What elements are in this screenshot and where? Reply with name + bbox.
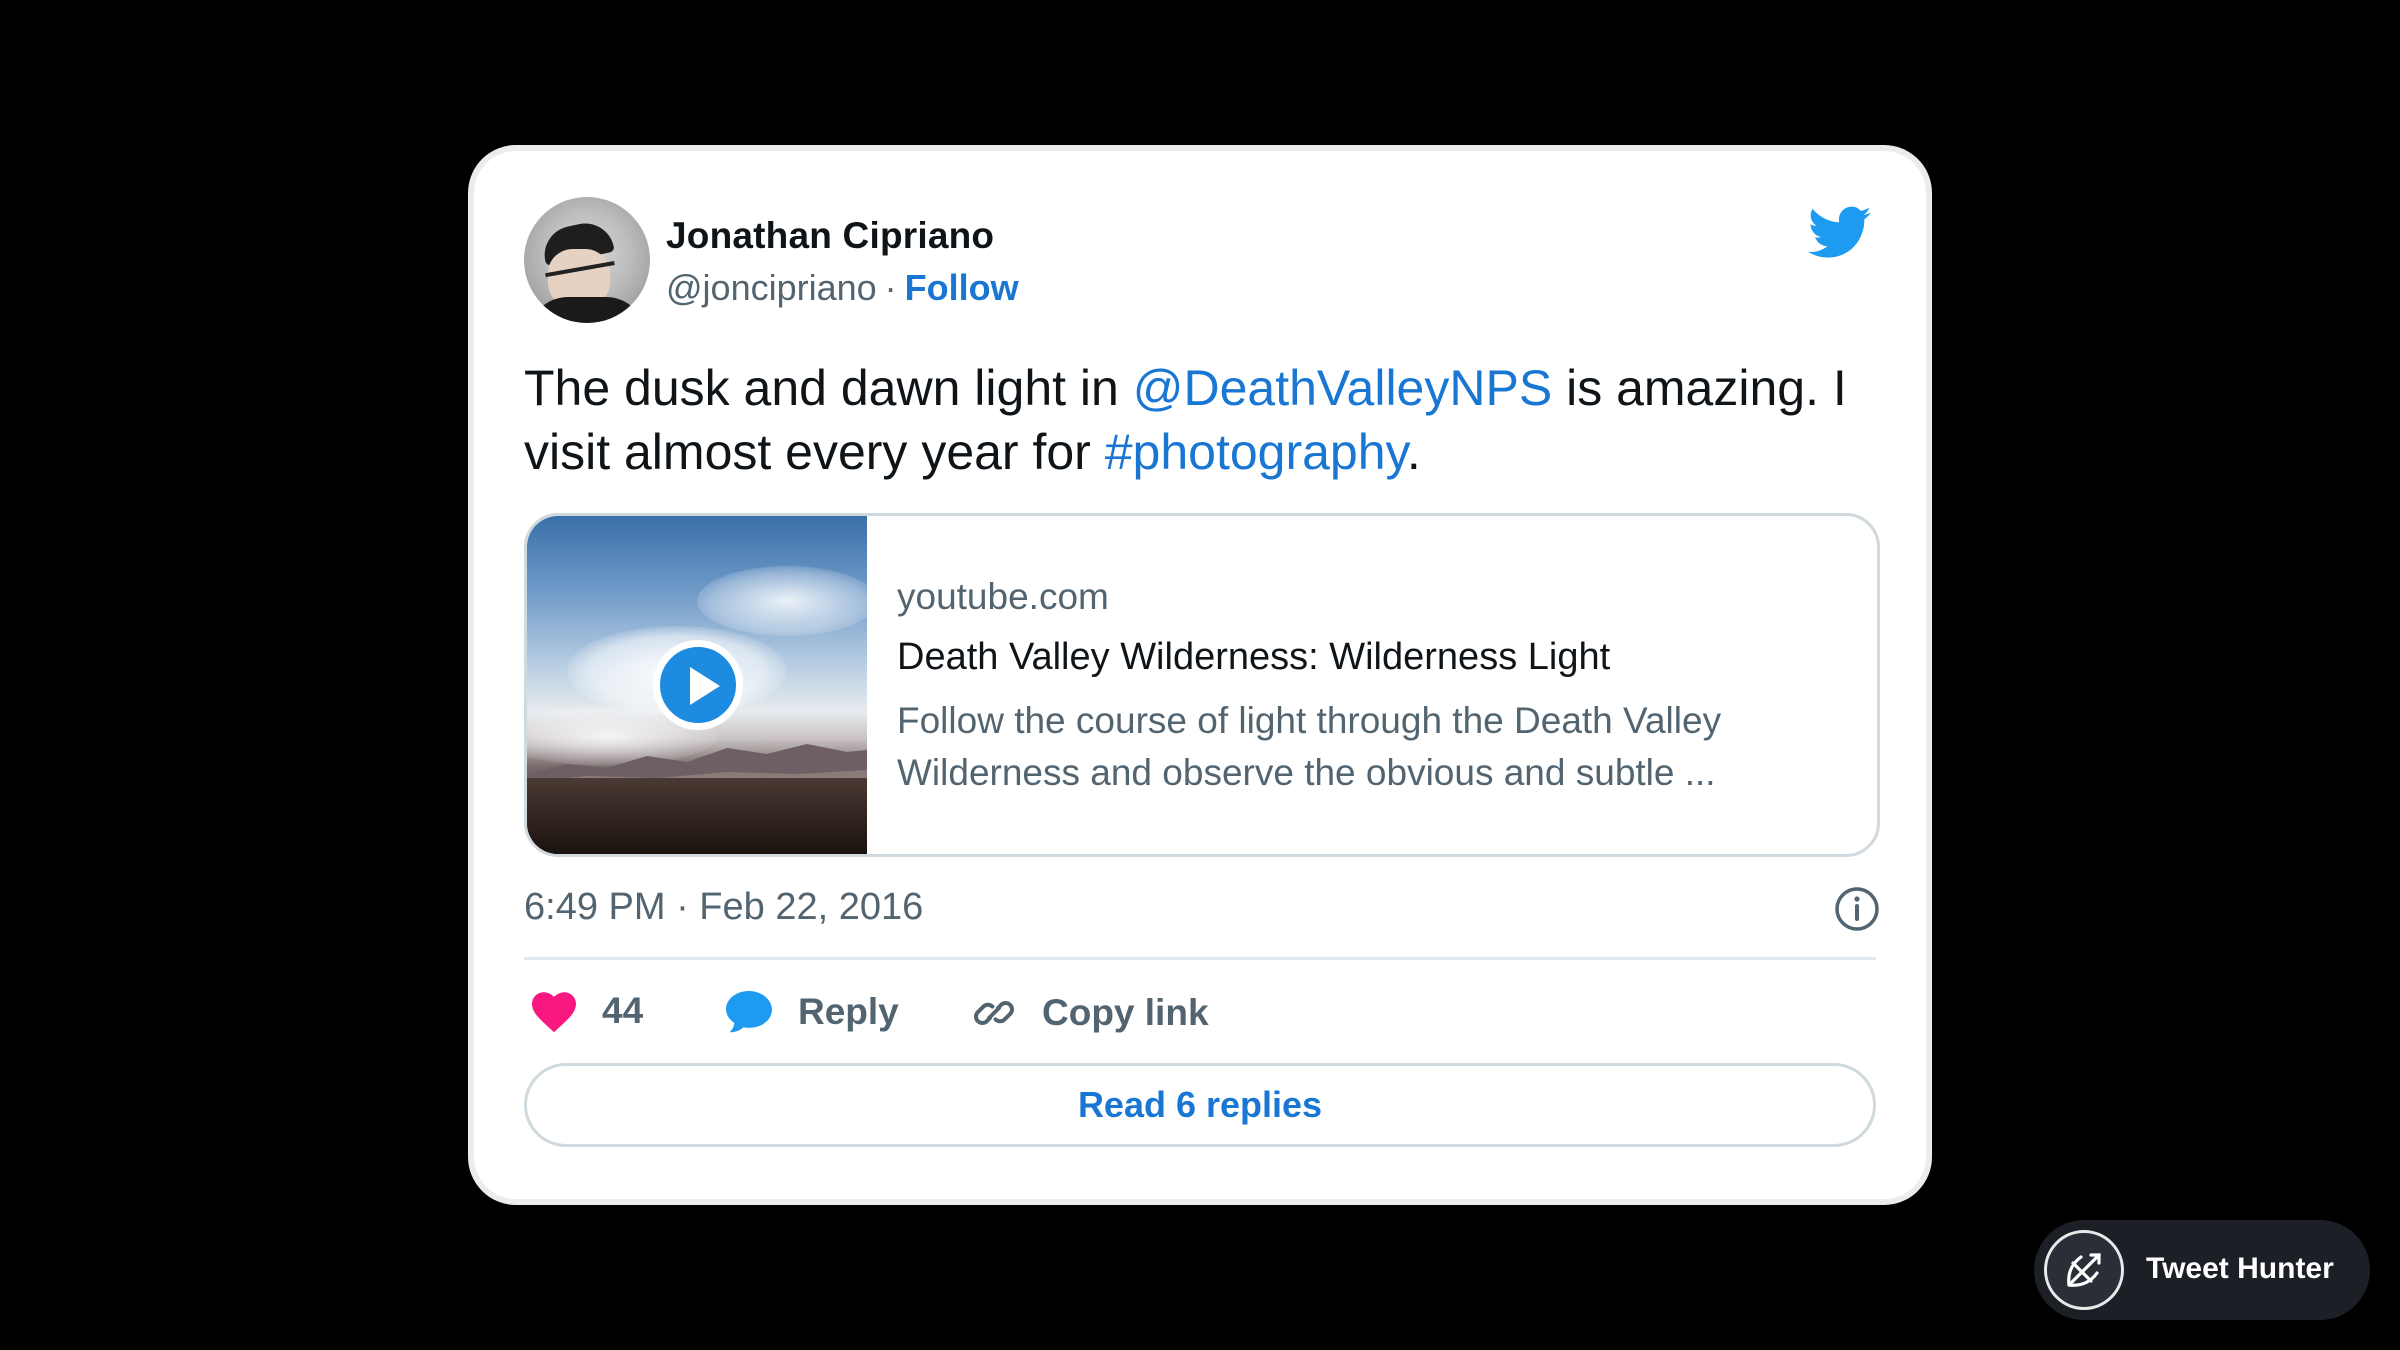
thumbnail-cloud — [697, 566, 867, 636]
twitter-bird-icon[interactable] — [1808, 205, 1872, 261]
tweet-text: The dusk and dawn light in @DeathValleyN… — [524, 356, 1884, 484]
tweet-text-part3: . — [1406, 424, 1421, 480]
tweet-hunter-label: Tweet Hunter — [2146, 1252, 2334, 1285]
info-icon[interactable] — [1832, 884, 1882, 934]
reply-button[interactable]: Reply — [724, 989, 899, 1035]
action-bar: 44 Reply Copy link — [524, 981, 1876, 1051]
like-button[interactable]: 44 — [530, 989, 643, 1033]
hashtag-link[interactable]: #photography — [1105, 424, 1407, 480]
stage: Jonathan Cipriano @joncipriano · Follow Th… — [0, 0, 2400, 1350]
avatar-shirt — [528, 297, 646, 323]
thumbnail-ground — [527, 778, 867, 854]
tweet-timestamp[interactable]: 6:49 PM · Feb 22, 2016 — [524, 886, 923, 929]
video-thumbnail[interactable] — [527, 516, 867, 854]
follow-link[interactable]: Follow — [905, 267, 1019, 308]
handle-row: @joncipriano · Follow — [666, 267, 1019, 309]
tweet-card: Jonathan Cipriano @joncipriano · Follow Th… — [468, 145, 1932, 1205]
author-name[interactable]: Jonathan Cipriano — [666, 215, 994, 257]
play-icon — [690, 667, 720, 705]
preview-meta: youtube.com Death Valley Wilderness: Wil… — [897, 576, 1847, 799]
copy-link-button[interactable]: Copy link — [970, 989, 1209, 1037]
tweet-hunter-logo — [2044, 1230, 2124, 1310]
tweet-text-part1: The dusk and dawn light in — [524, 360, 1133, 416]
tweet-hunter-badge[interactable]: Tweet Hunter — [2034, 1220, 2370, 1320]
preview-description: Follow the course of light through the D… — [897, 700, 1722, 793]
link-icon — [974, 1001, 1014, 1025]
speech-bubble-icon — [726, 991, 772, 1033]
avatar[interactable] — [524, 197, 650, 323]
handle-separator: · — [884, 267, 897, 308]
author-handle[interactable]: @joncipriano — [666, 267, 877, 308]
preview-title[interactable]: Death Valley Wilderness: Wilderness Ligh… — [897, 636, 1847, 679]
tweet-header: Jonathan Cipriano @joncipriano · Follow — [524, 197, 1876, 327]
link-preview-card[interactable]: youtube.com Death Valley Wilderness: Wil… — [524, 513, 1880, 857]
play-button[interactable] — [653, 640, 743, 730]
reply-label: Reply — [798, 991, 899, 1032]
preview-domain: youtube.com — [897, 576, 1109, 617]
tweet-hunter-logo-icon — [2067, 1253, 2101, 1287]
copy-link-label: Copy link — [1042, 992, 1209, 1033]
divider — [524, 957, 1876, 960]
heart-icon — [532, 992, 576, 1033]
read-replies-button[interactable]: Read 6 replies — [524, 1063, 1876, 1147]
mention-link[interactable]: @DeathValleyNPS — [1133, 360, 1552, 416]
likes-count: 44 — [602, 990, 644, 1031]
